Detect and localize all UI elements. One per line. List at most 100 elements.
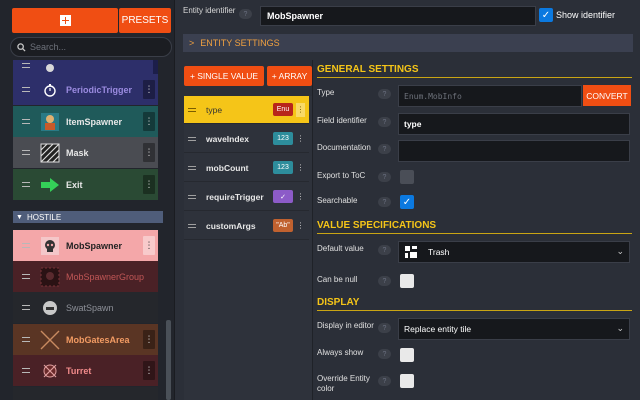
arrow-right-icon xyxy=(40,175,60,195)
field-row-custom-args[interactable]: customArgs "Ab" ⋮ xyxy=(184,212,309,240)
type-badge: 123 xyxy=(273,161,293,174)
help-icon[interactable]: ? xyxy=(378,323,391,333)
more-icon[interactable]: ⋮ xyxy=(143,112,155,131)
more-icon[interactable]: ⋮ xyxy=(296,132,305,146)
turret-icon xyxy=(40,361,60,381)
help-icon[interactable]: ? xyxy=(378,197,391,207)
help-icon[interactable]: ? xyxy=(378,172,391,182)
more-icon[interactable]: ⋮ xyxy=(296,190,305,204)
searchable-checkbox[interactable]: ✓ xyxy=(400,195,414,209)
list-item-label: ItemSpawner xyxy=(66,116,123,127)
field-row-wave-index[interactable]: waveIndex 123 ⋮ xyxy=(184,125,309,153)
list-item-exit[interactable]: Exit ⋮ xyxy=(13,169,158,200)
drag-handle-icon[interactable] xyxy=(22,274,30,279)
more-icon[interactable]: ⋮ xyxy=(296,219,305,233)
nullable-checkbox[interactable] xyxy=(400,274,414,288)
help-icon[interactable]: ? xyxy=(378,117,391,127)
show-identifier-toggle[interactable]: ✓ Show identifier xyxy=(539,8,615,22)
list-scrollbar[interactable] xyxy=(166,320,171,400)
type-badge: ✓ xyxy=(273,190,293,203)
convert-button[interactable]: CONVERT xyxy=(583,85,631,106)
list-item-mob-gates-area[interactable]: MobGatesArea ⋮ xyxy=(13,324,158,355)
drag-handle-icon[interactable] xyxy=(22,243,30,248)
more-icon[interactable]: ⋮ xyxy=(296,102,305,117)
entity-identifier-label: Entity identifier xyxy=(183,6,236,15)
field-identifier-label: Field identifier xyxy=(317,116,367,125)
display-editor-select[interactable]: Replace entity tile ⌄ xyxy=(398,318,630,340)
more-icon[interactable]: ⋮ xyxy=(296,161,305,175)
list-item-label: Exit xyxy=(66,179,83,190)
list-item-label: PeriodicTrigger xyxy=(66,84,133,95)
character-icon xyxy=(40,112,60,132)
help-icon[interactable]: ? xyxy=(378,89,391,99)
help-icon[interactable]: ? xyxy=(378,376,391,386)
divider xyxy=(312,60,313,400)
entity-identifier-input[interactable]: MobSpawner xyxy=(260,6,536,26)
show-identifier-label: Show identifier xyxy=(556,10,616,20)
drag-handle-icon[interactable] xyxy=(22,150,30,155)
add-single-value-button[interactable]: + SINGLE VALUE xyxy=(184,66,264,86)
drag-handle-icon[interactable] xyxy=(22,87,30,92)
list-item-label: Mask xyxy=(66,147,89,158)
always-show-checkbox[interactable] xyxy=(400,348,414,362)
drag-handle-icon[interactable] xyxy=(22,119,30,124)
type-label: Type xyxy=(317,88,335,97)
documentation-input[interactable] xyxy=(398,140,630,162)
group-label: HOSTILE xyxy=(26,212,62,222)
drag-handle-icon[interactable] xyxy=(22,368,30,373)
add-entity-button[interactable] xyxy=(12,8,118,33)
field-row-require-trigger[interactable]: requireTrigger ✓ ⋮ xyxy=(184,183,309,211)
value-specifications-title: VALUE SPECIFICATIONS xyxy=(317,220,632,234)
chevron-down-icon: ⌄ xyxy=(616,323,624,333)
list-item-mob-spawner[interactable]: MobSpawner ⋮ xyxy=(13,230,158,261)
list-item-partial-bottom[interactable] xyxy=(13,387,158,400)
list-item-label: SwatSpawn xyxy=(66,302,114,313)
help-icon[interactable]: ? xyxy=(378,245,391,255)
drag-handle-icon[interactable] xyxy=(22,63,30,68)
help-icon[interactable]: ? xyxy=(378,276,391,286)
more-icon[interactable]: ⋮ xyxy=(143,330,155,349)
list-item-mob-spawner-group[interactable]: MobSpawnerGroup xyxy=(13,261,158,292)
type-input[interactable]: Enum.MobInfo xyxy=(398,85,582,107)
drag-handle-icon[interactable] xyxy=(188,165,196,170)
checkbox-checked-icon[interactable]: ✓ xyxy=(539,8,553,22)
override-color-checkbox[interactable] xyxy=(400,374,414,388)
presets-button[interactable]: PRESETS xyxy=(119,8,171,33)
field-name: waveIndex xyxy=(206,133,249,144)
more-icon[interactable]: ⋮ xyxy=(143,175,155,194)
group-header-hostile[interactable]: ▼ HOSTILE xyxy=(13,211,163,223)
skull-icon xyxy=(40,236,60,256)
list-item-label: MobSpawnerGroup xyxy=(66,271,145,282)
skull-icon xyxy=(40,267,60,287)
list-item-item-spawner[interactable]: ItemSpawner ⋮ xyxy=(13,106,158,137)
field-row-type[interactable]: type Enu ⋮ xyxy=(184,96,309,124)
drag-handle-icon[interactable] xyxy=(22,182,30,187)
list-item-turret[interactable]: Turret ⋮ xyxy=(13,355,158,386)
help-icon[interactable]: ? xyxy=(239,9,252,19)
more-icon[interactable]: ⋮ xyxy=(143,361,155,380)
more-icon[interactable]: ⋮ xyxy=(143,236,155,255)
list-item-periodic-trigger[interactable]: PeriodicTrigger ⋮ xyxy=(13,74,158,105)
drag-handle-icon[interactable] xyxy=(22,305,30,310)
add-array-button[interactable]: + ARRAY xyxy=(267,66,312,86)
field-identifier-input[interactable]: type xyxy=(398,113,630,135)
more-icon[interactable]: ⋮ xyxy=(143,143,155,162)
drag-handle-icon[interactable] xyxy=(188,107,196,112)
field-list: type Enu ⋮ waveIndex 123 ⋮ mobCount 123 … xyxy=(184,96,312,400)
entity-settings-header[interactable]: > ENTITY SETTINGS xyxy=(183,34,633,52)
more-icon[interactable]: ⋮ xyxy=(143,80,155,99)
export-toc-checkbox[interactable] xyxy=(400,170,414,184)
list-item-mask[interactable]: Mask ⋮ xyxy=(13,137,158,168)
search-input[interactable] xyxy=(30,42,160,52)
stopwatch-icon xyxy=(40,80,60,100)
list-item-swat-spawn[interactable]: SwatSpawn xyxy=(13,292,158,323)
help-icon[interactable]: ? xyxy=(378,349,391,359)
drag-handle-icon[interactable] xyxy=(188,136,196,141)
drag-handle-icon[interactable] xyxy=(22,337,30,342)
drag-handle-icon[interactable] xyxy=(188,194,196,199)
default-value-select[interactable]: Trash ⌄ xyxy=(398,241,630,263)
field-row-mob-count[interactable]: mobCount 123 ⋮ xyxy=(184,154,309,182)
help-icon[interactable]: ? xyxy=(378,144,391,154)
override-color-label: Override Entity color xyxy=(317,374,370,393)
drag-handle-icon[interactable] xyxy=(188,223,196,228)
